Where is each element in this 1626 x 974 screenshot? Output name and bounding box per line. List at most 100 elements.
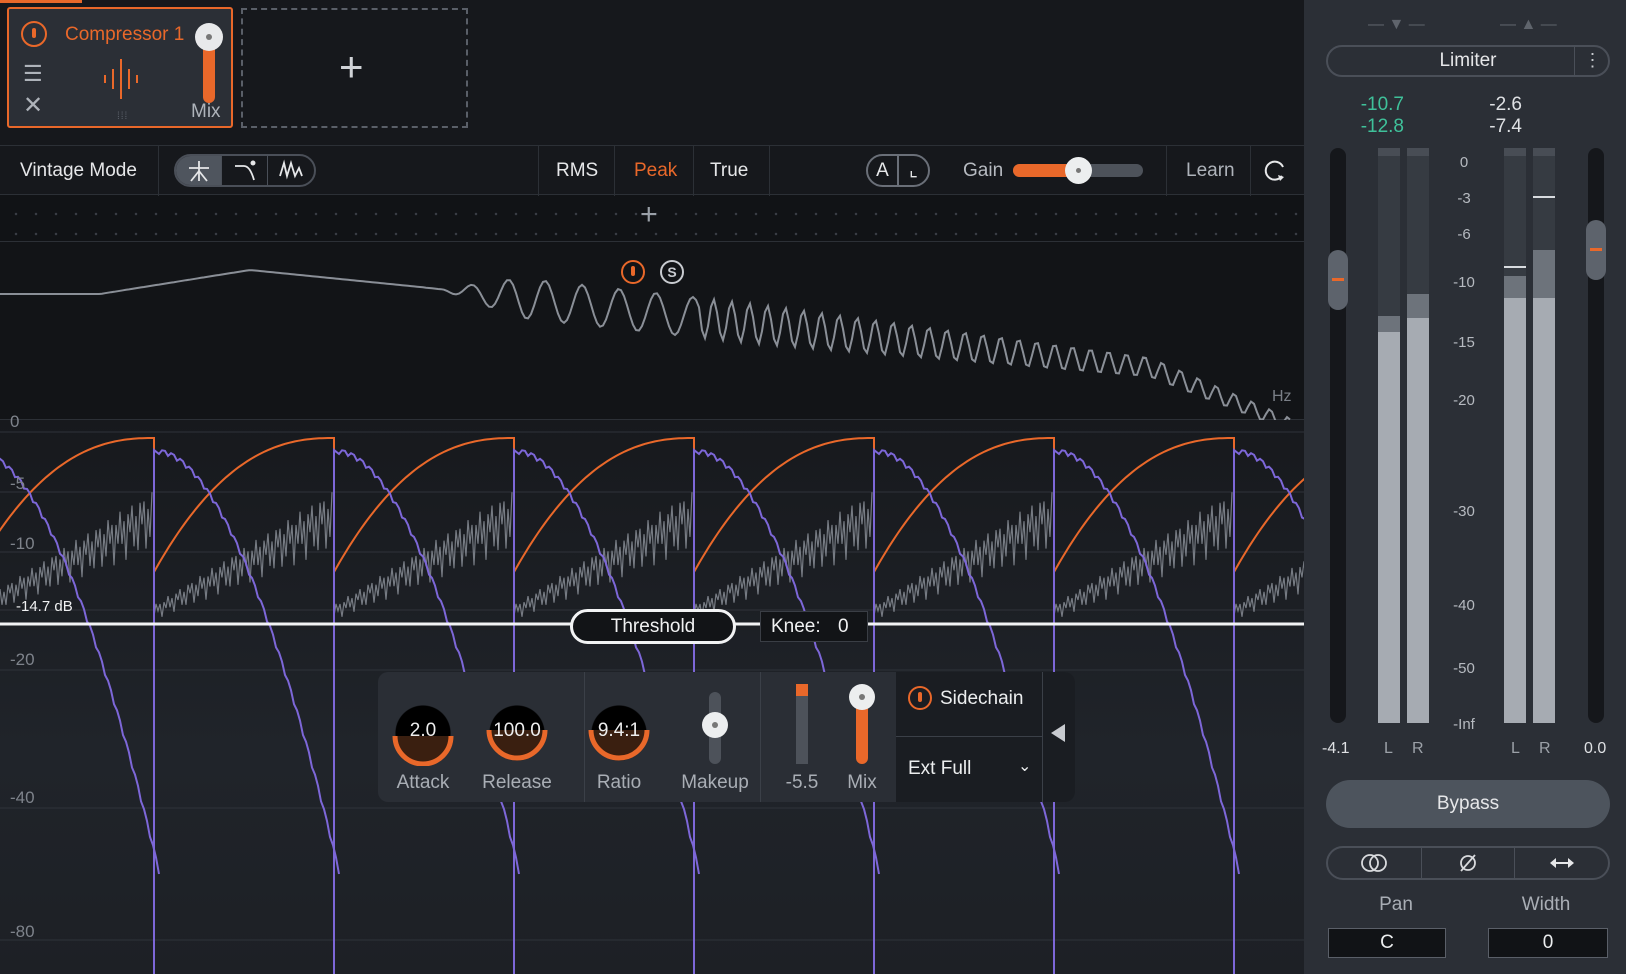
input-fader-handle[interactable] xyxy=(1328,250,1348,310)
detection-rms[interactable]: RMS xyxy=(556,160,598,182)
ab-a-button[interactable]: A xyxy=(868,156,899,185)
band-strip[interactable]: + xyxy=(0,196,1304,242)
width-label: Width xyxy=(1521,894,1571,915)
release-value: 100.0 xyxy=(493,720,541,741)
phase-invert-button[interactable] xyxy=(1422,848,1516,878)
mix-slider-handle[interactable] xyxy=(849,684,875,710)
module-mix-slider[interactable] xyxy=(203,43,215,103)
input-waveform-segment xyxy=(513,492,693,617)
phase-icon xyxy=(1460,854,1476,872)
input-waveform-segment xyxy=(333,492,513,617)
analog-mode-button[interactable] xyxy=(222,156,268,185)
input-waveform-segment xyxy=(693,492,873,617)
threshold-handle[interactable]: Threshold xyxy=(570,609,736,644)
mono-button[interactable] xyxy=(1328,848,1422,878)
output-peak-l: -2.6 xyxy=(1489,94,1522,115)
module-close-icon[interactable]: ✕ xyxy=(23,91,43,120)
sidechain-collapse-button[interactable] xyxy=(1042,672,1075,802)
output-gain-value[interactable]: 0.0 xyxy=(1584,740,1606,758)
meter-hold xyxy=(1378,148,1400,156)
attack-label: Attack xyxy=(396,772,450,793)
input-meter-l xyxy=(1378,148,1400,723)
knee-field[interactable]: Knee: 0 xyxy=(760,611,868,642)
y-label-0: 0 xyxy=(10,412,20,431)
meter-peak xyxy=(1504,276,1526,298)
divider xyxy=(693,146,694,196)
vintage-mode-button[interactable] xyxy=(268,156,314,185)
divider xyxy=(158,146,159,196)
attack-knob[interactable]: 2.0 xyxy=(390,700,456,766)
stereo-tools xyxy=(1326,846,1610,880)
spectrum-svg xyxy=(0,269,1291,420)
sidechain-power-icon[interactable] xyxy=(908,686,932,710)
input-waveform-segment xyxy=(873,492,1053,617)
spectrum-display: S Hz xyxy=(0,242,1304,420)
width-field[interactable]: 0 xyxy=(1488,928,1608,958)
digital-mode-button[interactable] xyxy=(176,156,222,185)
learn-button[interactable]: Learn xyxy=(1186,160,1235,182)
module-mix-handle[interactable] xyxy=(195,23,223,51)
input-meter-r xyxy=(1407,148,1429,723)
output-meter-l xyxy=(1504,148,1526,723)
input-waveform-segment xyxy=(153,492,333,617)
divider xyxy=(1250,146,1251,196)
input-peak-l: -10.7 xyxy=(1360,94,1404,115)
swap-channels-button[interactable] xyxy=(1515,848,1608,878)
meter-fill xyxy=(1533,298,1555,723)
ab-compare: A ⌞ xyxy=(866,154,930,187)
drag-grip-icon[interactable]: ⁞⁞⁞ xyxy=(117,111,128,122)
limiter-button[interactable]: Limiter xyxy=(1326,45,1610,77)
input-peak-r: -12.8 xyxy=(1360,116,1404,137)
scale-label: -3 xyxy=(1457,190,1471,207)
more-menu-icon[interactable]: ⋮ xyxy=(1574,45,1610,77)
y-label-80: -80 xyxy=(10,922,35,941)
scale-label: -20 xyxy=(1453,392,1475,409)
compressor-module-card[interactable]: Compressor 1 ☰ ✕ ⁞⁞⁞ Mix xyxy=(7,7,233,128)
plus-icon: + xyxy=(339,43,364,90)
gain-slider-handle[interactable] xyxy=(1065,157,1092,184)
ab-b-button[interactable]: ⌞ xyxy=(899,156,928,185)
chevron-down-icon[interactable]: ⌄ xyxy=(1018,756,1031,776)
ratio-value: 9.4:1 xyxy=(597,720,641,741)
detection-true[interactable]: True xyxy=(710,160,748,182)
detection-peak[interactable]: Peak xyxy=(634,160,677,182)
ratio-knob[interactable]: 9.4:1 xyxy=(586,700,652,766)
add-band-icon[interactable]: + xyxy=(640,198,658,232)
compressor-wave-icon xyxy=(104,59,138,99)
reset-icon[interactable] xyxy=(1262,157,1288,183)
scale-label: -40 xyxy=(1453,597,1475,614)
input-waveform-segment xyxy=(1053,492,1233,617)
pan-field[interactable]: C xyxy=(1328,928,1446,958)
ratio-label: Ratio xyxy=(596,772,642,793)
mix-slider[interactable] xyxy=(856,702,868,764)
makeup-slider-handle[interactable] xyxy=(702,712,728,738)
y-label-20: -20 xyxy=(10,650,35,669)
bypass-button[interactable]: Bypass xyxy=(1326,780,1610,828)
module-title: Compressor 1 xyxy=(65,24,185,45)
module-power-icon[interactable] xyxy=(21,21,47,47)
gain-label: Gain xyxy=(963,160,1004,181)
sidechain-source-select[interactable]: Ext Full xyxy=(908,758,971,780)
input-gain-fader[interactable] xyxy=(1330,148,1346,723)
input-gain-value[interactable]: -4.1 xyxy=(1322,740,1350,758)
module-list-icon[interactable]: ☰ xyxy=(23,63,43,85)
gain-reduction-fill xyxy=(796,684,808,696)
band-solo-icon[interactable]: S xyxy=(660,260,684,284)
hz-label: Hz xyxy=(1272,388,1292,405)
divider xyxy=(769,146,770,196)
band-power-icon[interactable] xyxy=(621,260,645,284)
meter-peak xyxy=(1407,294,1429,318)
add-module-slot[interactable]: + xyxy=(241,8,468,128)
output-meter-r xyxy=(1533,148,1555,723)
scale-label: -15 xyxy=(1453,334,1475,351)
meter-hold xyxy=(1533,148,1555,156)
envelope-segment xyxy=(1233,447,1304,974)
divider xyxy=(1166,146,1167,196)
output-fader-handle[interactable] xyxy=(1586,220,1606,280)
release-knob[interactable]: 100.0 xyxy=(484,700,550,766)
meter-fill xyxy=(1407,318,1429,723)
knee-label: Knee: xyxy=(771,616,821,637)
divider xyxy=(614,146,615,196)
pan-label: Pan xyxy=(1379,894,1413,915)
meter-hold xyxy=(1504,148,1526,156)
